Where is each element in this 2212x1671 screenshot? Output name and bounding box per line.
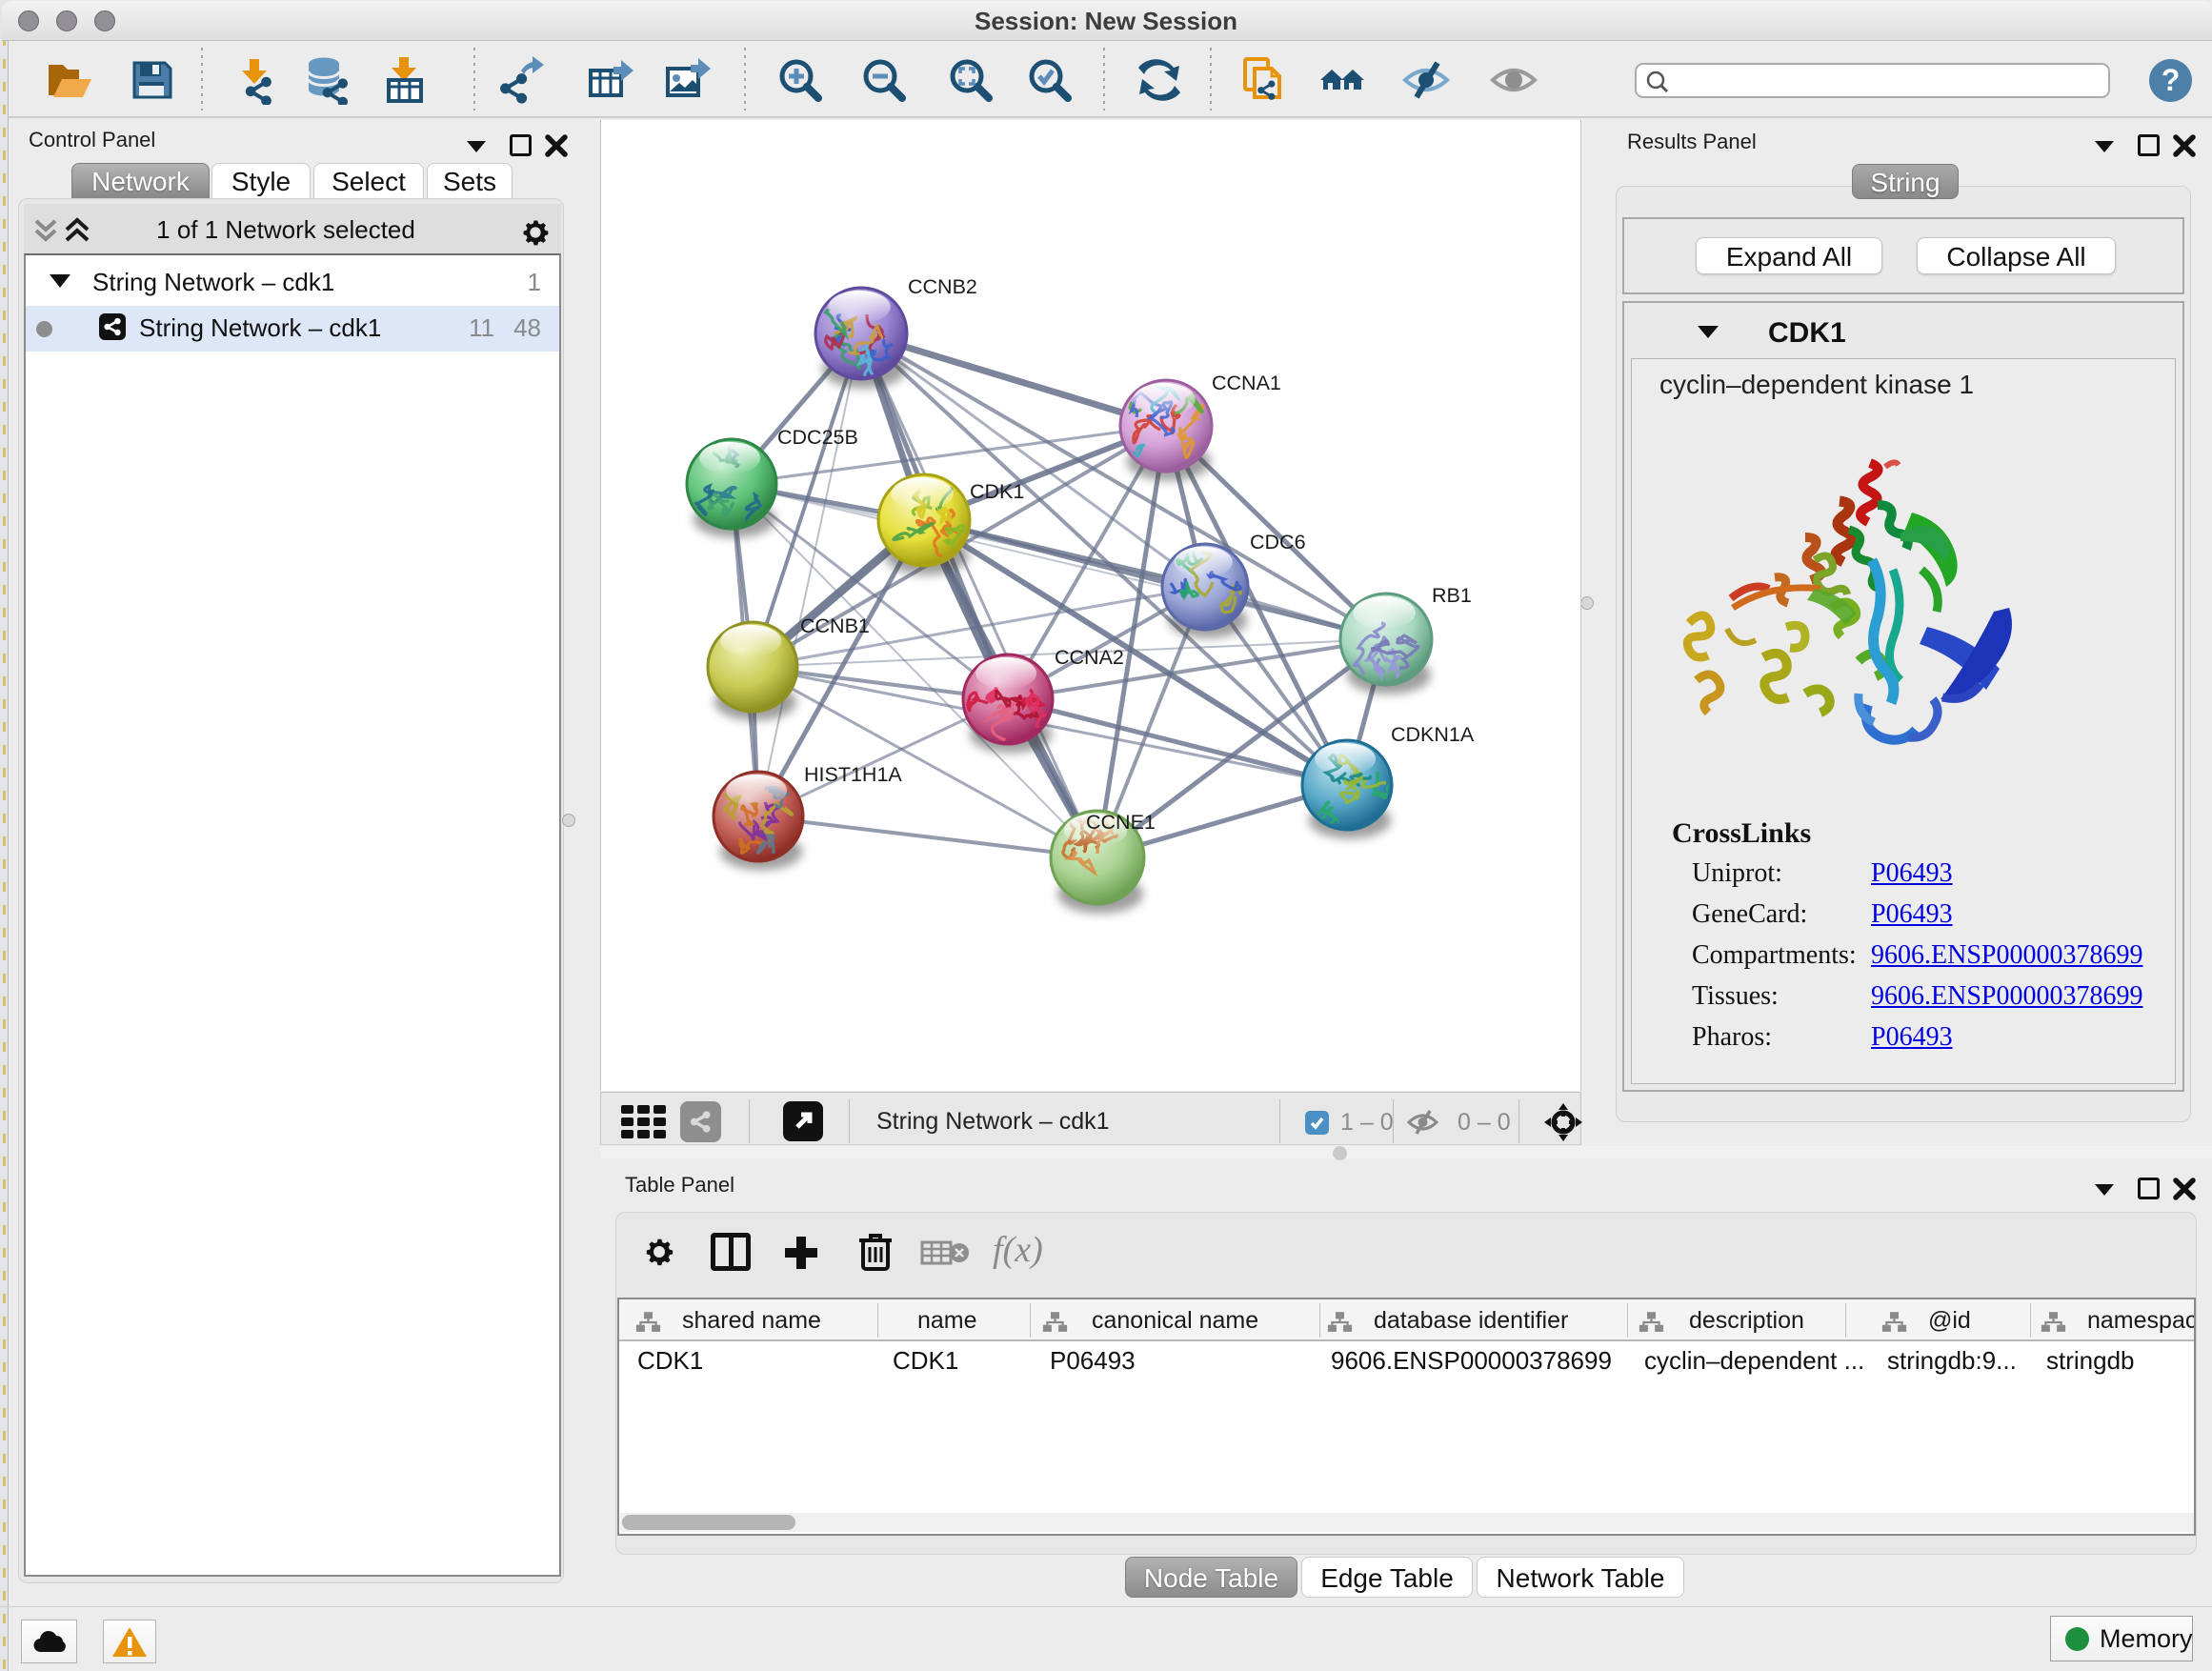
svg-text:RB1: RB1 [1432,584,1472,607]
svg-text:HIST1H1A: HIST1H1A [804,763,902,786]
svg-text:CCNA1: CCNA1 [1212,372,1281,394]
svg-text:CCNB2: CCNB2 [908,275,977,298]
svg-text:CDK1: CDK1 [970,480,1024,503]
svg-text:CCNE1: CCNE1 [1086,811,1156,834]
svg-text:CCNB1: CCNB1 [800,614,870,637]
svg-text:CDC25B: CDC25B [777,426,858,449]
svg-text:CCNA2: CCNA2 [1055,646,1124,669]
svg-text:CDC6: CDC6 [1250,531,1306,554]
svg-text:CDKN1A: CDKN1A [1391,723,1475,746]
